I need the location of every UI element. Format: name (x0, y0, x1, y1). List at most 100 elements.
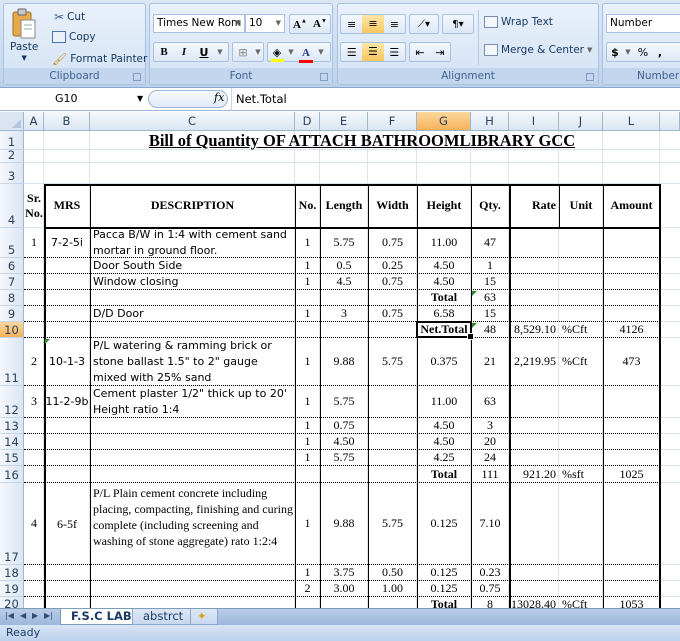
header-sr-no[interactable]: Sr. No. (25, 184, 43, 227)
align-left-button[interactable]: ☰ (341, 46, 362, 59)
header-unit[interactable]: Unit (560, 184, 602, 227)
row-header-17[interactable]: 17 (0, 483, 24, 565)
error-indicator-icon[interactable] (45, 339, 50, 344)
cell-no[interactable]: 1 (296, 418, 319, 433)
row-header-19[interactable]: 19 (0, 581, 24, 597)
last-sheet-button[interactable]: ▶| (44, 611, 53, 620)
next-sheet-button[interactable]: ▶ (32, 611, 38, 620)
cell-qty[interactable]: 47 (472, 228, 508, 257)
cell-rate[interactable]: 8,529.10 (510, 322, 558, 337)
insert-function-button[interactable]: fx (214, 91, 224, 104)
column-header-c[interactable]: C (90, 112, 295, 131)
wrap-text-button[interactable]: Wrap Text (484, 16, 553, 28)
column-header-d[interactable]: D (295, 112, 320, 131)
bold-button[interactable]: B (154, 46, 174, 58)
grow-font-button[interactable]: A▲ (290, 16, 310, 32)
row-header-3[interactable]: 3 (0, 163, 24, 184)
cell-no[interactable]: 1 (296, 434, 319, 449)
fill-color-button[interactable]: ◈ (268, 46, 286, 62)
cell-length[interactable]: 0.5 (321, 258, 367, 273)
number-format-combo[interactable]: Number (606, 14, 680, 33)
cell-qty[interactable]: 8 (472, 597, 508, 608)
text-direction-icon[interactable]: ¶▾ (443, 19, 473, 30)
align-middle-button[interactable]: ≡ (362, 15, 384, 33)
cell-qty[interactable]: 111 (472, 466, 508, 482)
insert-sheet-button[interactable]: ✦ (190, 609, 218, 625)
cell-width[interactable]: 0.75 (369, 228, 416, 257)
cell-no[interactable]: 1 (296, 306, 319, 321)
chevron-down-icon[interactable]: ▼ (137, 90, 143, 108)
align-right-button[interactable]: ☰ (384, 46, 405, 59)
sheet-tab-fsc-lab[interactable]: F.S.C LAB (60, 609, 143, 625)
font-color-dropdown-icon[interactable]: ▼ (316, 48, 326, 56)
font-dialog-launcher[interactable] (320, 73, 328, 81)
row-header-15[interactable]: 15 (0, 450, 24, 466)
paste-button[interactable]: Paste ▼ (10, 8, 38, 62)
cell-qty[interactable]: 15 (472, 306, 508, 321)
header-qty[interactable]: Qty. (472, 184, 508, 227)
cell-no[interactable]: 1 (296, 228, 319, 257)
cell-qty[interactable]: 3 (472, 418, 508, 433)
cell-length[interactable]: 9.88 (321, 483, 367, 564)
cell-no[interactable]: 1 (296, 274, 319, 289)
cell-mrs[interactable]: 10-1-3 (45, 338, 89, 385)
cell-length[interactable]: 3.00 (321, 581, 367, 596)
column-header-b[interactable]: B (44, 112, 90, 131)
cell-length[interactable]: 4.5 (321, 274, 367, 289)
formula-input[interactable]: Net.Total (236, 90, 287, 108)
cell-description[interactable]: Pacca B/W in 1:4 with cement sand mortar… (91, 228, 294, 257)
header-length[interactable]: Length (321, 184, 367, 227)
header-mrs[interactable]: MRS (45, 184, 89, 227)
cell-description[interactable]: D/D Door (91, 306, 294, 321)
cell-amount[interactable]: 4126 (604, 322, 659, 337)
shrink-font-button[interactable]: A▼ (310, 18, 330, 30)
row-header-16[interactable]: 16 (0, 466, 24, 483)
cell-height[interactable]: 4.50 (418, 274, 470, 289)
cell-length[interactable]: 9.88 (321, 338, 367, 385)
cell-length[interactable]: 3.75 (321, 565, 367, 580)
cell-amount[interactable]: 1025 (604, 466, 659, 482)
error-indicator-icon[interactable] (472, 323, 477, 328)
row-header-8[interactable]: 8 (0, 290, 24, 306)
cut-button[interactable]: ✂ Cut (54, 10, 85, 24)
cell-height[interactable]: 0.125 (418, 483, 470, 564)
header-description[interactable]: DESCRIPTION (91, 184, 294, 227)
row-header-4[interactable]: 4 (0, 184, 24, 228)
cell-description[interactable]: P/L watering & ramming brick or stone ba… (91, 338, 294, 385)
percent-button[interactable]: % (633, 46, 653, 59)
cell-width[interactable]: 0.50 (369, 565, 416, 580)
cell-qty[interactable]: 63 (472, 290, 508, 305)
cell-description[interactable]: Cement plaster 1/2" thick up to 20' Heig… (91, 386, 294, 417)
cell-length[interactable]: 0.75 (321, 418, 367, 433)
row-header-12[interactable]: 12 (0, 386, 24, 418)
font-size-combo[interactable]: 10 ▼ (245, 14, 285, 33)
cell-qty[interactable]: 0.75 (472, 581, 508, 596)
row-header-14[interactable]: 14 (0, 434, 24, 450)
cell-mrs[interactable]: 7-2-5i (45, 228, 89, 257)
cell-rate[interactable]: 921.20 (510, 466, 558, 482)
cell-qty[interactable]: 15 (472, 274, 508, 289)
cell-no[interactable]: 1 (296, 338, 319, 385)
column-header-m[interactable] (660, 112, 680, 131)
cell-amount[interactable]: 1053 (604, 597, 659, 608)
italic-button[interactable]: I (174, 46, 194, 58)
currency-button[interactable]: $ (607, 46, 623, 59)
cell-height[interactable]: 11.00 (418, 228, 470, 257)
orientation-icon[interactable]: ⟋▾ (410, 19, 438, 30)
cell-height[interactable]: 0.375 (418, 338, 470, 385)
cell-unit[interactable]: %Cft (560, 338, 602, 385)
row-header-5[interactable]: 5 (0, 228, 24, 258)
cell-width[interactable]: 1.00 (369, 581, 416, 596)
cell-length[interactable]: 5.75 (321, 386, 367, 417)
cell-height[interactable]: 4.50 (418, 434, 470, 449)
cell-mrs[interactable]: 11-2-9b (45, 386, 89, 417)
currency-dropdown-icon[interactable]: ▼ (623, 48, 633, 56)
cell-height[interactable]: 0.125 (418, 581, 470, 596)
cell-height[interactable]: 0.125 (418, 565, 470, 580)
cell-height[interactable]: 4.50 (418, 418, 470, 433)
name-box[interactable]: G10 ▼ (0, 90, 150, 108)
cell-width[interactable]: 0.25 (369, 258, 416, 273)
cell-length[interactable]: 5.75 (321, 450, 367, 465)
cell-qty[interactable]: 48 (472, 322, 508, 337)
header-amount[interactable]: Amount (604, 184, 659, 227)
